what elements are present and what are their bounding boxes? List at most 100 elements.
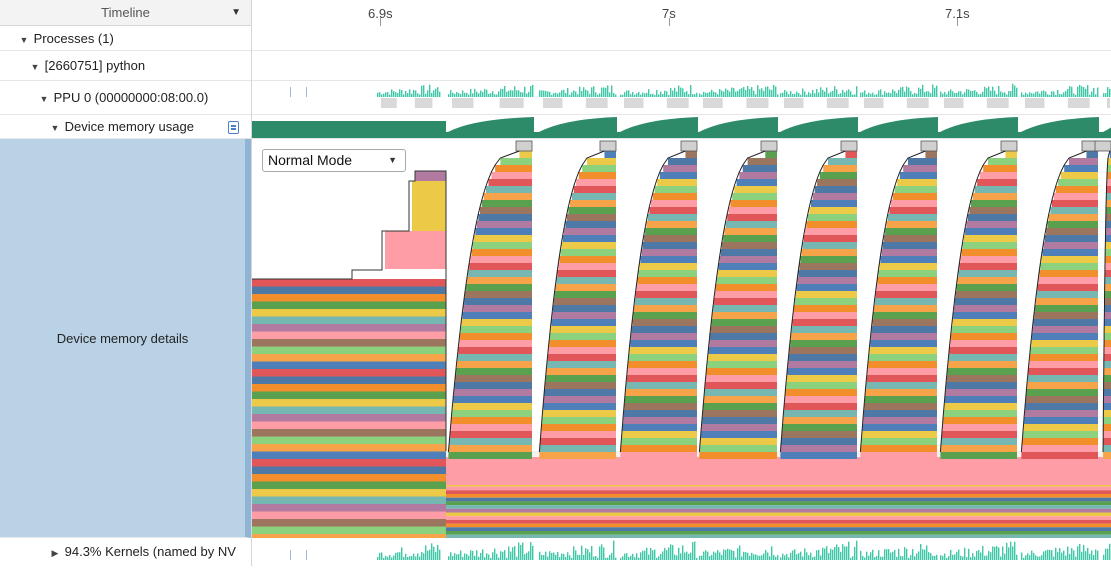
activity-bar bbox=[680, 87, 682, 97]
idle-block bbox=[864, 98, 884, 108]
track-memory-usage[interactable] bbox=[252, 115, 1111, 139]
track-kernels[interactable] bbox=[252, 538, 1111, 566]
memory-details-chart[interactable] bbox=[252, 139, 1111, 538]
activity-bar bbox=[541, 554, 543, 560]
memory-block bbox=[799, 263, 857, 270]
memory-usage-chart[interactable] bbox=[252, 115, 1111, 138]
activity-bar bbox=[632, 92, 634, 97]
tree-row-process[interactable]: ▼ [2660751] python bbox=[0, 51, 251, 81]
tree-row-memory-details[interactable]: Device memory details bbox=[0, 139, 251, 538]
memory-block bbox=[641, 249, 697, 256]
document-icon[interactable] bbox=[228, 121, 239, 134]
activity-bar bbox=[840, 93, 842, 97]
tree-row-kernels[interactable]: ▶ 94.3% Kernels (named by NV bbox=[0, 538, 251, 566]
track-device[interactable] bbox=[252, 81, 1111, 115]
activity-bar bbox=[808, 555, 810, 560]
activity-bar bbox=[1097, 550, 1099, 560]
activity-bar bbox=[962, 556, 964, 560]
memory-block bbox=[719, 256, 777, 263]
memory-block bbox=[1033, 319, 1098, 326]
memory-block bbox=[541, 424, 616, 431]
activity-bar bbox=[452, 556, 454, 560]
expand-down-icon[interactable]: ▼ bbox=[38, 82, 50, 114]
activity-bar bbox=[884, 549, 886, 560]
activity-bar bbox=[731, 87, 733, 97]
activity-bar bbox=[630, 555, 632, 560]
tree-row-processes[interactable]: ▼ Processes (1) bbox=[0, 26, 251, 51]
memory-block bbox=[793, 312, 857, 319]
idle-block bbox=[826, 98, 849, 108]
activity-bar bbox=[1047, 549, 1049, 560]
device-activity-chart[interactable] bbox=[252, 81, 1111, 114]
time-ruler[interactable]: 6.9s 7s 7.1s bbox=[252, 0, 1111, 27]
activity-bar bbox=[966, 89, 968, 97]
memory-block bbox=[1086, 151, 1098, 158]
activity-bar bbox=[1039, 556, 1041, 560]
activity-bar bbox=[727, 90, 729, 97]
activity-bar bbox=[387, 91, 389, 97]
activity-bar bbox=[557, 93, 559, 97]
memory-block bbox=[960, 256, 1017, 263]
memory-block bbox=[805, 228, 857, 235]
memory-block bbox=[464, 298, 532, 305]
memory-block bbox=[462, 312, 532, 319]
activity-bar bbox=[545, 90, 547, 97]
memory-block bbox=[540, 438, 616, 445]
tree-row-memory-usage[interactable]: ▼ Device memory usage bbox=[0, 115, 251, 139]
activity-bar bbox=[767, 552, 769, 560]
activity-bar bbox=[421, 551, 423, 560]
memory-block bbox=[760, 140, 778, 152]
activity-bar bbox=[790, 91, 792, 97]
expand-right-icon[interactable]: ▶ bbox=[49, 539, 61, 566]
activity-bar bbox=[646, 547, 648, 560]
tree-row-device[interactable]: ▼ PPU 0 (00000000:08:00.0) bbox=[0, 81, 251, 115]
memory-block bbox=[551, 319, 616, 326]
activity-bar bbox=[620, 94, 622, 97]
activity-bar bbox=[846, 90, 848, 97]
mode-select[interactable]: Normal Mode ▼ bbox=[262, 149, 406, 172]
memory-block bbox=[456, 361, 532, 368]
activity-bar bbox=[709, 556, 711, 560]
activity-bar bbox=[918, 551, 920, 560]
activity-bar bbox=[462, 557, 464, 560]
expand-down-icon[interactable]: ▼ bbox=[29, 52, 41, 80]
expand-down-icon[interactable]: ▼ bbox=[18, 28, 30, 50]
activity-bar bbox=[484, 89, 486, 97]
expand-down-icon[interactable]: ▼ bbox=[49, 116, 61, 138]
activity-bar bbox=[682, 545, 684, 560]
memory-block bbox=[446, 486, 1111, 491]
activity-bar bbox=[876, 94, 878, 97]
activity-bar bbox=[1000, 91, 1002, 97]
memory-block bbox=[780, 452, 857, 459]
activity-bar bbox=[539, 90, 541, 97]
memory-block bbox=[547, 354, 616, 361]
memory-block bbox=[544, 389, 616, 396]
memory-block bbox=[252, 474, 446, 482]
activity-bar bbox=[486, 553, 488, 560]
memory-block bbox=[709, 340, 777, 347]
memory-block bbox=[1103, 347, 1111, 354]
activity-bar bbox=[506, 91, 508, 97]
track-process bbox=[252, 51, 1111, 81]
activity-bar bbox=[753, 554, 755, 560]
activity-bar bbox=[1093, 555, 1095, 560]
memory-block bbox=[668, 158, 697, 165]
timeline-header[interactable]: Timeline ▼ bbox=[0, 0, 251, 26]
caret-down-icon[interactable]: ▼ bbox=[231, 0, 241, 26]
memory-block bbox=[702, 417, 777, 424]
activity-bar bbox=[389, 94, 391, 97]
activity-bar bbox=[1069, 86, 1071, 97]
activity-bar bbox=[482, 91, 484, 97]
activity-bar bbox=[399, 89, 401, 97]
memory-block bbox=[786, 375, 857, 382]
activity-bar bbox=[468, 555, 470, 560]
activity-bar bbox=[1057, 551, 1059, 560]
memory-block bbox=[879, 263, 937, 270]
activity-bar bbox=[668, 94, 670, 97]
memory-block bbox=[549, 333, 616, 340]
activity-bar bbox=[952, 91, 954, 97]
activity-bar bbox=[630, 94, 632, 97]
activity-bar bbox=[788, 557, 790, 560]
kernels-activity-chart[interactable] bbox=[252, 538, 1111, 566]
activity-bar bbox=[802, 88, 804, 97]
